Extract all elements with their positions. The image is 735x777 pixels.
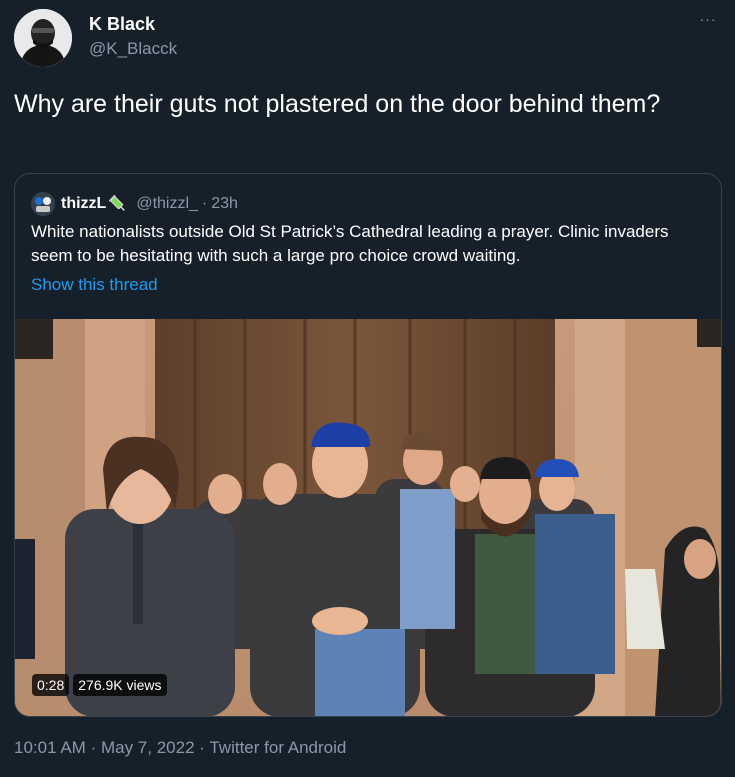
show-thread-link[interactable]: Show this thread	[31, 275, 158, 295]
quoted-author-name: thizzL	[61, 195, 107, 212]
quoted-time[interactable]: 23h	[211, 195, 238, 213]
quoted-tweet-header: thizzL @thizzl_ · 23h	[31, 192, 238, 216]
tweet: K Black @K_Blacck ··· Why are their guts…	[0, 0, 735, 777]
tweet-date[interactable]: May 7, 2022	[101, 738, 195, 757]
video-duration-badge: 0:28	[32, 674, 70, 696]
video-player[interactable]: 0:28 276.9K views	[15, 319, 721, 716]
separator-dot: ·	[201, 195, 208, 212]
tweet-footer: 10:01 AM · May 7, 2022 · Twitter for And…	[14, 738, 346, 758]
avatar-image	[14, 9, 72, 67]
tweet-time[interactable]: 10:01 AM	[14, 738, 86, 757]
quoted-tweet-text: White nationalists outside Old St Patric…	[31, 222, 669, 265]
author-display-name[interactable]: K Black	[89, 12, 177, 36]
video-views-badge: 276.9K views	[73, 674, 167, 696]
separator-dot: ·	[90, 738, 97, 757]
quoted-author-avatar	[31, 192, 55, 216]
quoted-tweet[interactable]: thizzL @thizzl_ · 23h White nationalists…	[14, 173, 722, 717]
tweet-text: Why are their guts not plastered on the …	[14, 90, 661, 118]
video-badges: 0:28 276.9K views	[32, 674, 167, 696]
separator-dot: ·	[199, 738, 205, 757]
author-names: K Black @K_Blacck	[89, 12, 177, 60]
author-handle[interactable]: @K_Blacck	[89, 38, 177, 60]
tweet-source[interactable]: Twitter for Android	[209, 738, 346, 757]
quoted-author-handle: @thizzl_	[136, 195, 198, 212]
author-avatar[interactable]	[14, 9, 72, 67]
tweet-header: K Black @K_Blacck ···	[14, 6, 725, 70]
syringe-emoji-icon	[108, 194, 128, 214]
video-thumbnail	[15, 319, 721, 716]
more-dots-icon[interactable]: ···	[697, 12, 719, 34]
